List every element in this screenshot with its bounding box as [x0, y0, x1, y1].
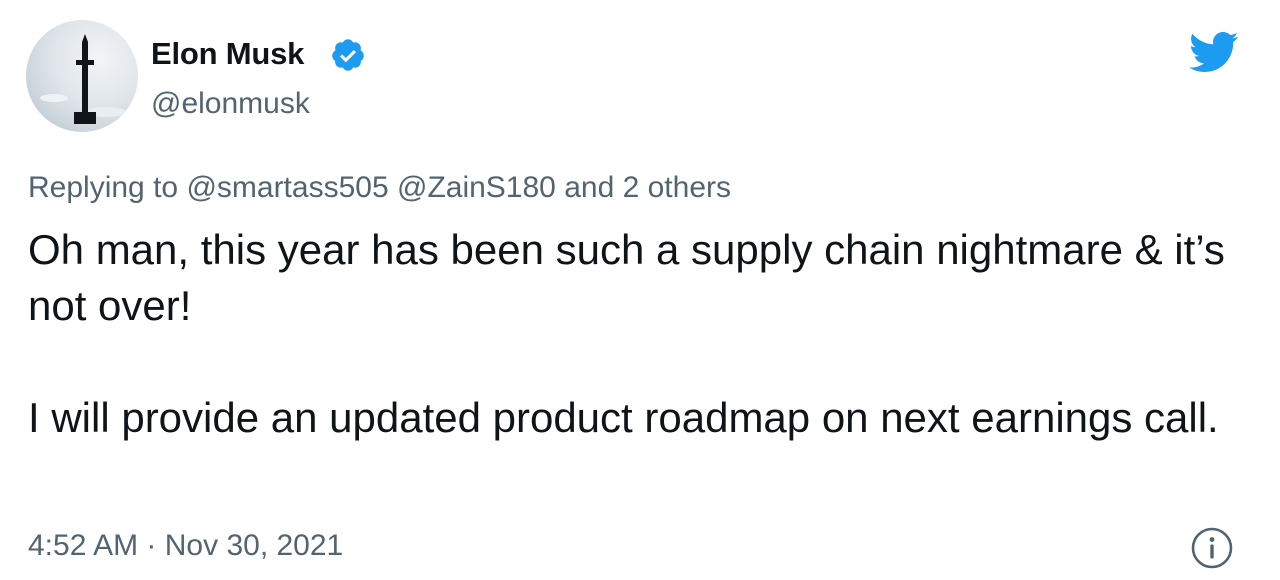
tweet-paragraph: I will provide an updated product roadma…	[28, 394, 1219, 441]
verified-badge-icon	[330, 37, 366, 73]
reply-others-link[interactable]: and 2 others	[564, 171, 731, 204]
reply-context: Replying to @smartass505 @ZainS180 and 2…	[28, 168, 731, 208]
twitter-bird-icon[interactable]	[1187, 30, 1239, 74]
info-icon[interactable]	[1190, 526, 1234, 570]
timestamp-separator: ·	[146, 529, 157, 562]
tweet-paragraph: Oh man, this year has been such a supply…	[28, 226, 1225, 329]
reply-prefix: Replying to	[28, 171, 179, 204]
tweet-date: Nov 30, 2021	[164, 529, 344, 562]
tweet-time: 4:52 AM	[28, 529, 139, 562]
author-name[interactable]: Elon Musk	[151, 34, 304, 74]
tweet-timestamp[interactable]: 4:52 AM · Nov 30, 2021	[28, 526, 343, 566]
tweet-text: Oh man, this year has been such a supply…	[28, 222, 1258, 446]
mention-link[interactable]: @smartass505	[186, 171, 388, 204]
tweet-card: Elon Musk @elonmusk Replying to @smartas…	[0, 0, 1280, 580]
mention-link[interactable]: @ZainS180	[397, 171, 556, 204]
author-handle[interactable]: @elonmusk	[151, 84, 310, 124]
starship-avatar-icon	[40, 34, 126, 124]
avatar[interactable]	[26, 20, 138, 132]
